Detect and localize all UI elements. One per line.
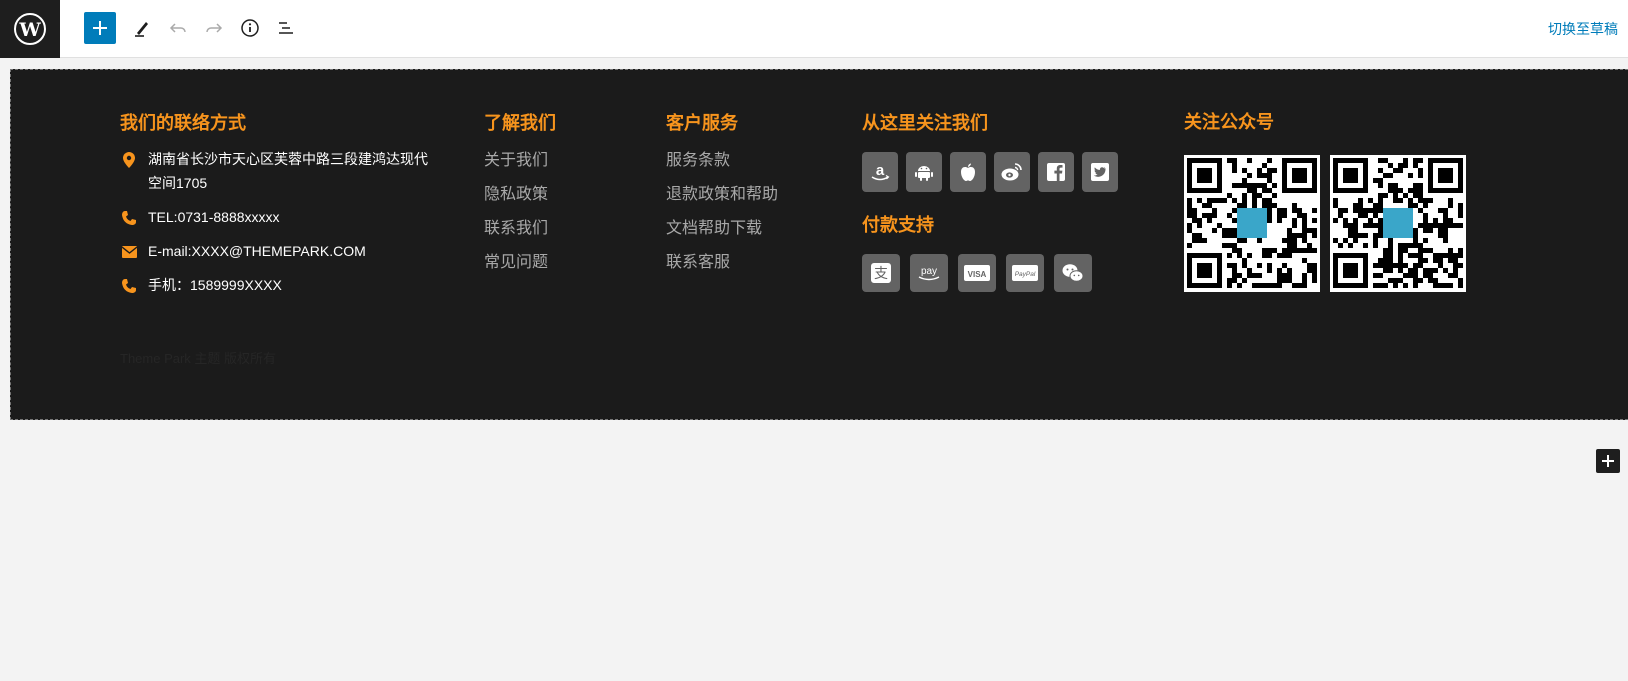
wechat-icon[interactable]	[1054, 254, 1092, 292]
twitter-icon[interactable]	[1082, 152, 1118, 192]
footer-block[interactable]: 我们的联络方式 湖南省长沙市天心区芙蓉中路三段建鸿达现代空间1705 TEL:0…	[10, 69, 1628, 420]
contact-link[interactable]: 联系我们	[484, 219, 556, 239]
apple-icon[interactable]	[950, 152, 986, 192]
tel-text: TEL:0731-8888xxxxx	[148, 209, 280, 225]
address-text: 湖南省长沙市天心区芙蓉中路三段建鸿达现代空间1705	[148, 151, 428, 191]
copyright-text: Theme Park 主题 版权所有	[120, 351, 277, 366]
list-view-icon	[279, 22, 293, 34]
service-title: 客户服务	[666, 113, 738, 133]
email-text: E-mail:XXXX@THEMEPARK.COM	[148, 243, 366, 259]
payment-icons: 支 pay VISA PayPal	[862, 254, 1126, 292]
svg-text:VISA: VISA	[968, 270, 987, 279]
details-button[interactable]	[234, 12, 266, 44]
add-block-inline-button[interactable]	[1596, 449, 1620, 473]
qr-code-2	[1330, 155, 1466, 292]
visa-icon[interactable]: VISA	[958, 254, 996, 292]
amazon-icon[interactable]: a	[862, 152, 898, 192]
list-view-button[interactable]	[270, 12, 302, 44]
plus-icon	[1602, 455, 1614, 467]
redo-icon	[206, 23, 223, 33]
contact-column: 我们的联络方式 湖南省长沙市天心区芙蓉中路三段建鸿达现代空间1705 TEL:0…	[120, 112, 440, 307]
undo-icon	[169, 23, 186, 33]
contact-mobile: 手机：1589999XXXX	[120, 273, 440, 297]
phone-icon	[120, 209, 138, 227]
redo-button[interactable]	[198, 12, 230, 44]
svg-text:pay: pay	[921, 266, 937, 277]
privacy-link[interactable]: 隐私政策	[484, 185, 556, 205]
contact-email: E-mail:XXXX@THEMEPARK.COM	[120, 239, 440, 263]
qr-title: 关注公众号	[1184, 112, 1274, 132]
follow-title: 从这里关注我们	[862, 113, 988, 133]
customer-service-link[interactable]: 联系客服	[666, 253, 778, 273]
amazon-pay-icon[interactable]: pay	[910, 254, 948, 292]
terms-link[interactable]: 服务条款	[666, 151, 778, 171]
svg-text:a: a	[876, 162, 885, 179]
svg-text:支: 支	[874, 266, 888, 282]
social-icons: a	[862, 152, 1126, 192]
facebook-icon[interactable]	[1038, 152, 1074, 192]
service-column: 客户服务 服务条款 退款政策和帮助 文档帮助下载 联系客服	[666, 112, 778, 287]
location-pin-icon	[120, 151, 138, 169]
qr-column: 关注公众号	[1184, 111, 1476, 292]
edit-tool-button[interactable]	[126, 12, 158, 44]
phone-icon	[120, 277, 138, 295]
about-link[interactable]: 关于我们	[484, 151, 556, 171]
info-icon	[241, 19, 259, 37]
faq-link[interactable]: 常见问题	[484, 253, 556, 273]
android-icon[interactable]	[906, 152, 942, 192]
mobile-text: 手机：1589999XXXX	[148, 277, 282, 293]
envelope-icon	[120, 243, 138, 261]
alipay-icon[interactable]: 支	[862, 254, 900, 292]
pencil-icon	[135, 22, 148, 37]
payment-title: 付款支持	[862, 215, 934, 235]
weibo-icon[interactable]	[994, 152, 1030, 192]
refund-link[interactable]: 退款政策和帮助	[666, 185, 778, 205]
qr-code-1	[1184, 155, 1320, 292]
plus-icon	[93, 21, 107, 35]
contact-address: 湖南省长沙市天心区芙蓉中路三段建鸿达现代空间1705	[120, 147, 440, 195]
editor-toolbar: W 切换至草稿	[0, 0, 1628, 58]
contact-title: 我们的联络方式	[120, 113, 246, 133]
about-column: 了解我们 关于我们 隐私政策 联系我们 常见问题	[484, 112, 556, 287]
about-title: 了解我们	[484, 113, 556, 133]
docs-download-link[interactable]: 文档帮助下载	[666, 219, 778, 239]
add-block-button[interactable]	[84, 12, 116, 44]
contact-tel: TEL:0731-8888xxxxx	[120, 205, 440, 229]
paypal-icon[interactable]: PayPal	[1006, 254, 1044, 292]
follow-column: 从这里关注我们 a 付款支持 支 pay VISA PayPal	[862, 112, 1126, 292]
svg-text:PayPal: PayPal	[1015, 271, 1036, 278]
undo-button[interactable]	[162, 12, 194, 44]
svg-text:W: W	[18, 19, 41, 41]
wordpress-icon[interactable]: W	[0, 0, 60, 58]
switch-to-draft-link[interactable]: 切换至草稿	[1548, 19, 1618, 39]
